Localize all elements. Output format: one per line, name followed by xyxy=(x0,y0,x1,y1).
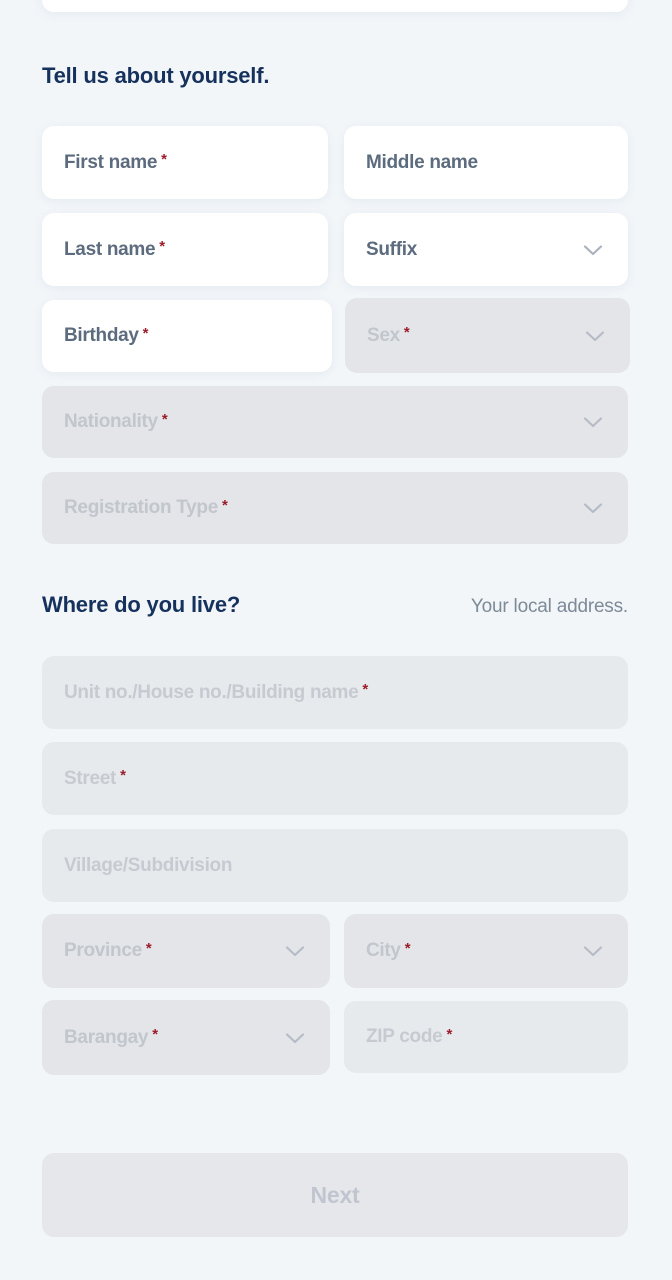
field-label-sex: Sex xyxy=(367,324,400,346)
field-label-street: Street xyxy=(64,767,117,789)
field-label-village-subdivision: Village/Subdivision xyxy=(64,854,233,876)
section-header-about: Tell us about yourself. xyxy=(42,63,628,89)
page-title: Tell us about yourself. xyxy=(42,63,270,88)
field-label-suffix: Suffix xyxy=(366,238,417,260)
required-marker: * xyxy=(404,939,411,957)
chevron-down-icon[interactable] xyxy=(580,938,606,964)
field-zip-code[interactable]: ZIP code * xyxy=(344,1001,628,1073)
section-title-address: Where do you live? xyxy=(42,592,241,617)
chevron-down-icon[interactable] xyxy=(580,409,606,435)
next-button[interactable]: Next xyxy=(42,1153,628,1237)
field-label-city: City xyxy=(366,940,401,961)
required-marker: * xyxy=(120,767,126,784)
required-marker: * xyxy=(161,151,167,168)
field-middle-name[interactable]: Middle name xyxy=(344,126,628,199)
chevron-down-icon[interactable] xyxy=(282,938,308,964)
field-suffix[interactable]: Suffix xyxy=(344,213,628,286)
field-label-zip-code: ZIP code xyxy=(366,1026,443,1047)
chevron-down-icon[interactable] xyxy=(580,237,606,263)
field-first-name[interactable]: First name * xyxy=(42,126,328,199)
section-header-address: Where do you live? Your local address. xyxy=(42,592,628,618)
field-street[interactable]: Street * xyxy=(42,742,628,815)
field-label-province: Province xyxy=(64,940,142,961)
field-label-middle-name: Middle name xyxy=(366,151,478,173)
field-birthday[interactable]: Birthday * xyxy=(42,300,332,372)
required-marker: * xyxy=(362,681,369,698)
registration-form-screen: Tell us about yourself. First name * Mid… xyxy=(0,0,672,1280)
field-label-registration-type: Registration Type xyxy=(64,497,218,518)
field-sex[interactable]: Sex * xyxy=(345,298,630,373)
required-marker: * xyxy=(161,410,168,428)
previous-section-card xyxy=(42,0,628,12)
section-note-address: Your local address. xyxy=(470,596,628,617)
field-village-subdivision[interactable]: Village/Subdivision xyxy=(42,829,628,902)
field-barangay[interactable]: Barangay * xyxy=(42,1000,330,1075)
chevron-down-icon[interactable] xyxy=(582,323,608,349)
field-label-barangay: Barangay xyxy=(64,1026,149,1048)
field-last-name[interactable]: Last name * xyxy=(42,213,328,286)
required-marker: * xyxy=(403,324,410,341)
field-label-birthday: Birthday xyxy=(64,325,139,346)
field-unit-no[interactable]: Unit no./House no./Building name * xyxy=(42,656,628,729)
chevron-down-icon[interactable] xyxy=(580,495,606,521)
field-label-first-name: First name xyxy=(64,151,158,173)
required-marker: * xyxy=(159,238,166,255)
field-province[interactable]: Province * xyxy=(42,914,330,988)
required-marker: * xyxy=(145,939,152,957)
field-city[interactable]: City * xyxy=(344,914,628,988)
required-marker: * xyxy=(142,324,149,342)
field-label-nationality: Nationality xyxy=(64,411,158,432)
chevron-down-icon[interactable] xyxy=(282,1025,308,1051)
required-marker: * xyxy=(152,1026,159,1043)
field-label-unit-no: Unit no./House no./Building name xyxy=(64,681,359,703)
field-nationality[interactable]: Nationality * xyxy=(42,386,628,458)
required-marker: * xyxy=(221,496,228,514)
required-marker: * xyxy=(446,1025,453,1043)
field-registration-type[interactable]: Registration Type * xyxy=(42,472,628,544)
field-label-last-name: Last name xyxy=(64,238,156,260)
